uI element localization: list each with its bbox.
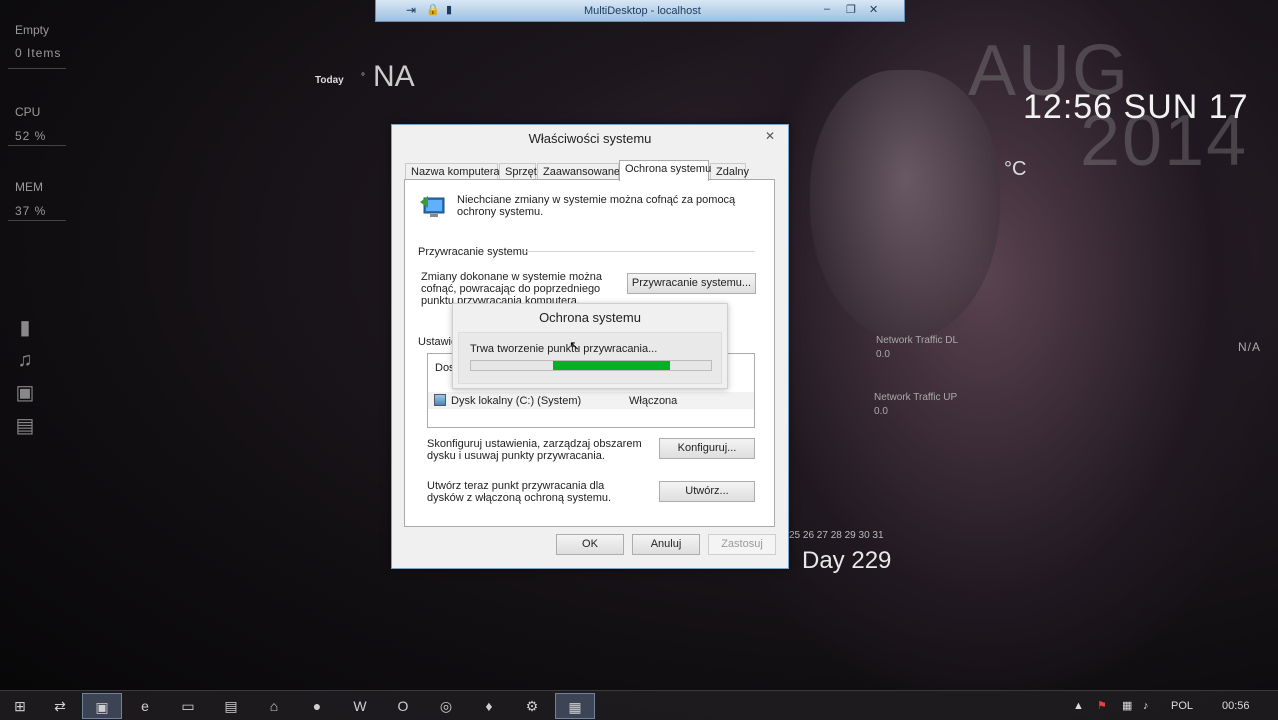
cpu-value: 52 %	[15, 129, 47, 143]
lock-icon[interactable]: 🔒	[426, 3, 440, 16]
explorer-icon[interactable]: ▭	[168, 693, 208, 719]
word-icon[interactable]: W	[340, 693, 380, 719]
settings-icon[interactable]: ⚙	[512, 693, 552, 719]
dialog-title: Właściwości systemu	[528, 131, 652, 146]
tray-clock[interactable]: 00:56	[1222, 691, 1250, 720]
pin-icon[interactable]: ⇥	[406, 3, 416, 17]
restore-section-title: Przywracanie systemu	[418, 246, 529, 258]
tray-arrow-icon[interactable]: ▲	[1073, 691, 1084, 720]
intro-text: Niechciane zmiany w systemie można cofną…	[457, 194, 736, 218]
restore-description: Zmiany dokonane w systemie można cofnąć,…	[421, 271, 602, 307]
clock-widget: 12:56 SUN 17	[1023, 88, 1249, 126]
start-button[interactable]: ⊞	[0, 693, 40, 719]
network-icon[interactable]: ⌂	[254, 693, 294, 719]
today-label: Today	[315, 75, 344, 86]
weather-right: N/A	[1238, 340, 1262, 354]
remote-desktop-icon[interactable]: ⇄	[40, 693, 80, 719]
divider	[8, 68, 66, 69]
system-icon[interactable]: ▣	[82, 693, 122, 719]
dot-icon: °	[361, 72, 365, 83]
language-indicator[interactable]: POL	[1171, 691, 1193, 720]
progress-bar-fill	[552, 361, 671, 370]
system-protection-icon	[418, 192, 448, 220]
drive-status: Włączona	[629, 395, 678, 407]
net-dl-label: Network Traffic DL	[876, 335, 959, 346]
recycle-label: Empty	[15, 23, 50, 37]
create-button[interactable]: Utwórz...	[659, 481, 755, 502]
section-divider	[525, 251, 755, 252]
configure-button[interactable]: Konfiguruj...	[659, 438, 755, 459]
signal-icon: ▮	[446, 4, 453, 16]
progress-message: Trwa tworzenie punktu przywracania...	[470, 343, 658, 355]
remote-title: MultiDesktop - localhost	[584, 5, 701, 17]
video-icon[interactable]: ▤	[15, 416, 35, 436]
mem-value: 37 %	[15, 204, 47, 218]
progress-bar	[470, 360, 712, 371]
restore-icon[interactable]: ❐	[846, 3, 856, 16]
today-value: NA	[373, 60, 415, 93]
mouse-cursor-icon: ↖	[569, 338, 580, 353]
tab-system-protection[interactable]: Ochrona systemu	[619, 160, 711, 181]
temp-unit: °C	[1004, 158, 1027, 180]
divider	[8, 220, 66, 221]
create-description: Utwórz teraz punkt przywracania dla dysk…	[427, 480, 612, 504]
outlook-icon[interactable]: O	[383, 693, 423, 719]
net-up-label: Network Traffic UP	[874, 392, 958, 403]
divider	[8, 145, 66, 146]
table-row[interactable]: Dysk lokalny (C:) (System) Włączona	[428, 392, 754, 409]
ok-button[interactable]: OK	[556, 534, 624, 555]
drive-name: Dysk lokalny (C:) (System)	[451, 395, 582, 407]
progress-title: Ochrona systemu	[539, 310, 641, 325]
calendar-days: 25 26 27 28 29 30 31	[789, 530, 884, 541]
notepad-icon[interactable]: ▤	[211, 693, 251, 719]
opera-icon[interactable]: ◎	[426, 693, 466, 719]
mem-label: MEM	[15, 180, 43, 194]
progress-body: Trwa tworzenie punktu przywracania...	[458, 332, 722, 384]
net-up-value: 0.0	[874, 406, 888, 417]
dialog-close-button[interactable]: ✕	[760, 128, 780, 144]
picture-icon[interactable]: ▣	[15, 383, 35, 403]
drive-icon	[434, 394, 446, 406]
volume-icon[interactable]: ♪	[1143, 691, 1149, 720]
recycle-items: 0 Items	[15, 46, 62, 60]
configure-description: Skonfiguruj ustawienia, zarządzaj obszar…	[427, 438, 642, 462]
progress-dialog: Ochrona systemu Trwa tworzenie punktu pr…	[452, 303, 728, 389]
app-icon[interactable]: ♦	[469, 693, 509, 719]
active-window-icon[interactable]: ▦	[555, 693, 595, 719]
music-icon[interactable]: ♫	[15, 350, 35, 370]
apply-button[interactable]: Zastosuj	[708, 534, 776, 555]
close-icon[interactable]: ✕	[869, 3, 878, 16]
cancel-button[interactable]: Anuluj	[632, 534, 700, 555]
document-icon[interactable]: ▮	[15, 318, 35, 338]
cpu-label: CPU	[15, 105, 41, 119]
system-restore-button[interactable]: Przywracanie systemu...	[627, 273, 756, 294]
network-tray-icon[interactable]: ▦	[1122, 691, 1132, 720]
calendar-day-of-year: Day 229	[802, 547, 892, 574]
ie-icon[interactable]: e	[125, 693, 165, 719]
minimize-icon[interactable]: –	[824, 3, 830, 15]
remote-toolbar: ⇥ 🔒 ▮ MultiDesktop - localhost – ❐ ✕	[375, 0, 905, 22]
drop-icon[interactable]: ●	[297, 693, 337, 719]
flag-icon[interactable]: ⚑	[1097, 691, 1107, 720]
taskbar: ⊞ ⇄ ▣ e ▭ ▤ ⌂ ● W O ◎ ♦ ⚙ ▦ ▲ ⚑ ▦ ♪ POL …	[0, 690, 1278, 720]
net-dl-value: 0.0	[876, 349, 890, 360]
